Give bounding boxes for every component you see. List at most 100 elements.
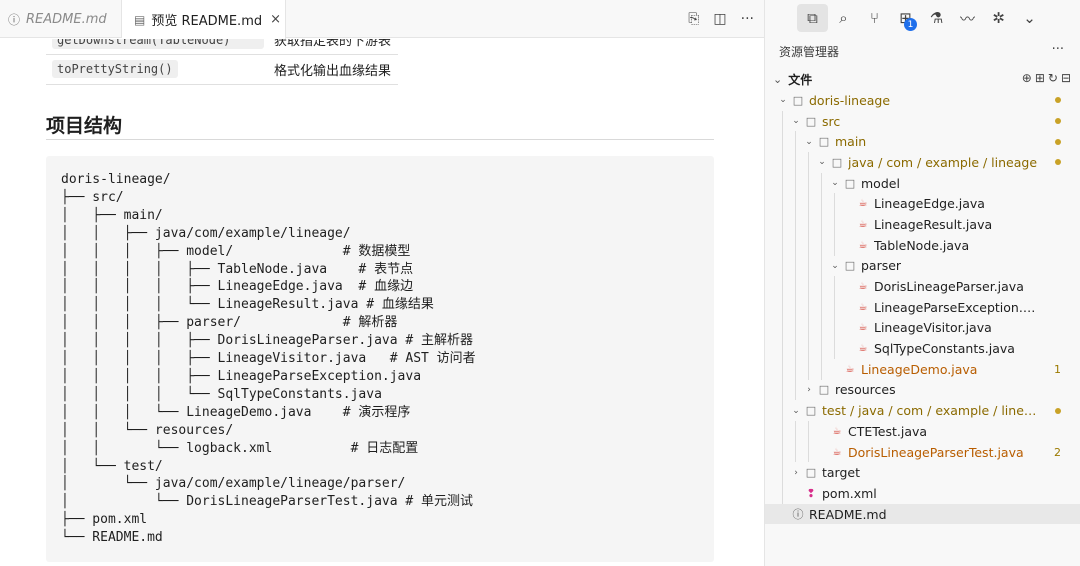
tree-item[interactable]: ⌄ □ src (765, 110, 1080, 132)
remote-icon[interactable]: 〰 (952, 4, 983, 32)
tree-item[interactable]: ☕ CTETest.java (765, 421, 1080, 442)
indent-guide (782, 400, 783, 421)
java-file-icon: ☕ (858, 198, 868, 210)
indent-guide (782, 152, 783, 173)
code-text: doris-lineage/ ├── src/ │ ├── main/ │ │ … (61, 172, 476, 546)
problem-count: 2 (1054, 445, 1061, 459)
testing-icon[interactable]: ⚗ (921, 4, 952, 32)
indent-guide (808, 338, 809, 359)
tree-item[interactable]: › □ target (765, 462, 1080, 484)
indent-guide (808, 214, 809, 235)
method-desc: 获取指定表的下游表 (274, 39, 392, 49)
file-tree: ⌄ □ doris-lineage ⌄ □ src ⌄ □ main ⌄ □ java / com /… (765, 90, 1080, 525)
tree-item-label: LineageResult.java (874, 216, 993, 232)
folder-icon: □ (831, 155, 843, 169)
method-code-cell: toPrettyString() (52, 60, 264, 78)
source-control-icon[interactable]: ⑂ (859, 4, 890, 32)
method-code: getDownstream(TableNode) (52, 39, 264, 49)
indent-guide (834, 317, 835, 339)
open-source-icon[interactable]: ⎘ (688, 11, 699, 27)
indent-guide (782, 172, 783, 194)
debug-icon[interactable]: ✲ (983, 4, 1014, 32)
tree-item-label: java / com / example / lineage (848, 154, 1037, 170)
tree-item-label: SqlTypeConstants.java (874, 341, 1015, 357)
java-file-icon: ☕ (858, 301, 868, 313)
table-row: getDownstream(TableNode) 获取指定表的下游表 (46, 39, 398, 55)
tree-item[interactable]: ⌄ □ parser (765, 255, 1080, 277)
tree-item[interactable]: ☕ LineageResult.java (765, 214, 1080, 235)
indent-guide (782, 193, 783, 215)
modified-dot (1055, 159, 1061, 166)
modified-dot (1055, 118, 1061, 125)
tree-item-label: LineageDemo.java (861, 361, 978, 377)
indent-guide (782, 358, 783, 380)
tree-item[interactable]: ☕ DorisLineageParser.java (765, 276, 1080, 297)
indent-guide (808, 296, 809, 318)
tree-item[interactable]: ☕ TableNode.java (765, 234, 1080, 256)
tree-item[interactable]: ⓘ README.md (765, 503, 1080, 525)
tree-item[interactable]: ☕ LineageEdge.java (765, 193, 1080, 215)
extensions-icon[interactable]: ⊞ 1 (890, 4, 921, 32)
tree-item[interactable]: ☕ LineageDemo.java 1 (765, 358, 1080, 380)
tab-preview-readme[interactable]: ▤ 预览 README.md × (122, 0, 286, 39)
explorer-icon[interactable]: ⧉ (797, 4, 828, 32)
split-editor-icon[interactable]: ◫ (713, 11, 726, 27)
java-file-icon: ☕ (832, 425, 842, 437)
java-file-icon: ☕ (858, 281, 868, 293)
file-actions[interactable]: ⊕⊞↻⊟ (1022, 71, 1074, 85)
heading-divider (46, 139, 714, 140)
tree-item[interactable]: ⌄ □ doris-lineage (765, 90, 1080, 111)
notification-badge: 1 (904, 18, 917, 31)
indent-guide (834, 338, 835, 359)
folder-icon: □ (844, 176, 856, 190)
indent-guide (808, 193, 809, 215)
tree-item[interactable]: ☕ DorisLineageParserTest.java 2 (765, 441, 1080, 463)
indent-guide (821, 317, 822, 339)
indent-guide (795, 358, 796, 380)
tree-item-label: LineageEdge.java (874, 196, 985, 212)
indent-guide (808, 358, 809, 380)
tree-item-label: LineageVisitor.java (874, 320, 992, 336)
tab-label: 预览 README.md (151, 14, 263, 29)
info-icon: ⓘ (792, 508, 804, 522)
tree-item[interactable]: ⌄ □ model (765, 172, 1080, 194)
tree-item[interactable]: ⌄ □ java / com / example / lineage (765, 152, 1080, 173)
tree-item[interactable]: › □ resources (765, 379, 1080, 401)
indent-guide (821, 193, 822, 215)
java-file-icon: ☕ (845, 363, 855, 375)
indent-guide (782, 462, 783, 484)
more-actions-icon[interactable]: ··· (741, 11, 754, 27)
indent-guide (795, 255, 796, 277)
more-actions-icon[interactable]: ··· (1052, 42, 1064, 57)
chevron-right-icon: › (807, 384, 811, 395)
tree-item[interactable]: ❢ pom.xml (765, 483, 1080, 504)
chevron-down-icon[interactable]: ⌄ (1014, 4, 1045, 32)
indent-guide (808, 172, 809, 194)
tree-item[interactable]: ☕ LineageVisitor.java (765, 317, 1080, 339)
chevron-down-icon: ⌄ (818, 157, 826, 168)
tree-item-label: LineageParseException.java (874, 299, 1037, 315)
folder-icon: □ (844, 259, 856, 273)
tree-item[interactable]: ⌄ □ test / java / com / example / lineage … (765, 400, 1080, 421)
tree-item[interactable]: ☕ LineageParseException.java (765, 296, 1080, 318)
method-desc: 格式化输出血缘结果 (274, 64, 392, 79)
search-icon[interactable]: ⌕ (828, 4, 859, 32)
tree-item-label: model (861, 175, 900, 191)
modified-dot (1055, 97, 1061, 104)
tree-item[interactable]: ☕ SqlTypeConstants.java (765, 338, 1080, 359)
tab-readme[interactable]: ⓘ README.md (0, 0, 122, 38)
preview-icon: ▤ (134, 12, 146, 27)
indent-guide (782, 131, 783, 153)
methods-table: getDownstream(TableNode) 获取指定表的下游表 toPre… (46, 39, 398, 85)
indent-guide (795, 379, 796, 401)
tree-item-label: main (835, 134, 867, 150)
indent-guide (795, 421, 796, 442)
tree-item-label: test / java / com / example / lineage / … (822, 403, 1037, 419)
tree-item[interactable]: ⌄ □ main (765, 131, 1080, 153)
editor-actions: ⎘ ◫ ··· (688, 0, 754, 38)
close-icon[interactable]: × (270, 12, 281, 27)
indent-guide (834, 296, 835, 318)
indent-guide (795, 172, 796, 194)
chevron-right-icon: › (794, 467, 798, 478)
indent-guide (821, 358, 822, 380)
